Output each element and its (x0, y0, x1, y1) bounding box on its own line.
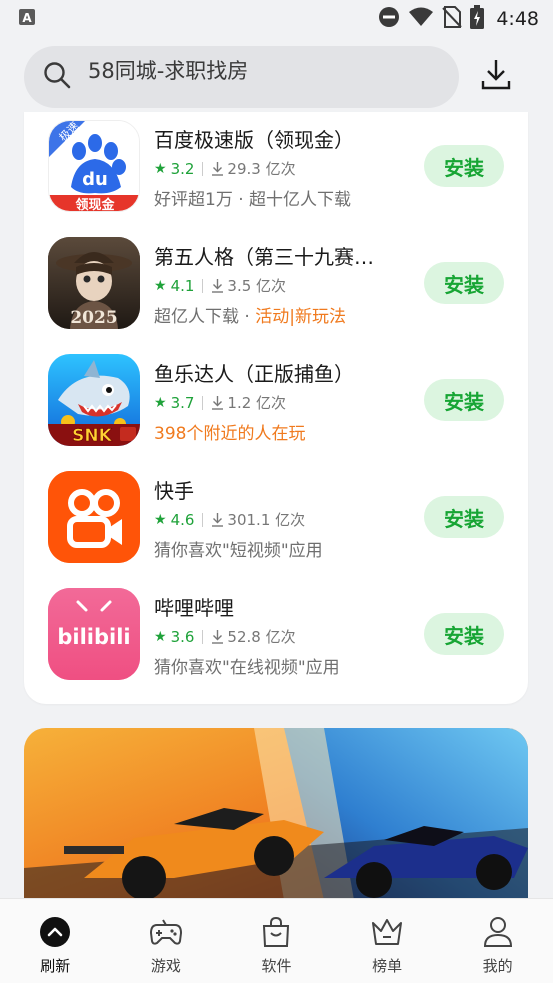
install-button[interactable]: 安装 (424, 613, 504, 655)
shopping-bag-icon (259, 915, 293, 949)
app-downloads: 1.2 亿次 (227, 394, 287, 412)
nav-item-games[interactable]: 游戏 (126, 915, 206, 976)
list-item[interactable]: 快手 ★ 4.6 301.1 亿次 猜你喜欢"短视频"应用 安装 (24, 463, 528, 580)
app-desc-text: 猜你喜欢"在线视频"应用 (154, 658, 340, 678)
install-button[interactable]: 安装 (424, 496, 504, 538)
download-count-icon (211, 395, 224, 410)
nav-label: 软件 (261, 957, 292, 975)
app-meta: ★ 3.2 29.3 亿次 (154, 158, 296, 179)
icon-logo-text: du (82, 169, 108, 190)
icon-brand-text: SNK (72, 426, 112, 446)
app-rating: 4.6 (170, 510, 195, 529)
identity-v-icon: 2025 (48, 237, 140, 329)
app-desc: 猜你喜欢"短视频"应用 (154, 536, 323, 561)
svg-text:A: A (22, 11, 32, 25)
icon-year-text: 2025 (70, 308, 117, 328)
list-item[interactable]: 极速 du 领现金 百度极速版（领现金） ★ 3.2 29.3 亿次 好评超1万… (24, 112, 528, 229)
status-bar: A 4:48 (0, 0, 553, 38)
battery-charging-icon (470, 4, 485, 34)
nav-label: 我的 (482, 957, 513, 975)
gamepad-icon (149, 915, 183, 949)
nav-label: 榜单 (372, 957, 403, 975)
app-desc: 398个附近的人在玩 (154, 419, 305, 444)
install-button[interactable]: 安装 (424, 379, 504, 421)
nav-label: 刷新 (40, 957, 71, 975)
baidu-icon: 极速 du 领现金 (48, 120, 140, 212)
list-item[interactable]: SNK 鱼乐达人（正版捕鱼） ★ 3.7 1.2 亿次 398个附近的人在玩 安… (24, 346, 528, 463)
bilibili-icon: bilibili (48, 588, 140, 680)
search-icon (42, 60, 72, 94)
app-name: 百度极速版（领现金） (154, 128, 354, 152)
star-icon: ★ (154, 394, 167, 411)
app-name: 哔哩哔哩 (154, 596, 234, 620)
app-downloads: 3.5 亿次 (227, 277, 287, 295)
app-desc: 猜你喜欢"在线视频"应用 (154, 653, 340, 678)
crown-icon (370, 915, 404, 949)
app-rating: 3.6 (170, 627, 195, 646)
app-meta: ★ 3.6 52.8 亿次 (154, 626, 296, 647)
app-name: 鱼乐达人（正版捕鱼） (154, 362, 354, 386)
download-count-icon (211, 512, 224, 527)
app-downloads: 29.3 亿次 (227, 160, 296, 178)
app-desc-text: 超亿人下载 · (154, 307, 256, 327)
list-item[interactable]: bilibili 哔哩哔哩 ★ 3.6 52.8 亿次 猜你喜欢"在线视频"应用… (24, 580, 528, 697)
icon-logo-text: bilibili (57, 625, 130, 649)
bottom-nav: 刷新 游戏 软件 榜单 我的 (0, 898, 553, 983)
search-bar[interactable]: 58同城-求职找房 (24, 46, 459, 108)
download-button[interactable] (476, 56, 516, 96)
app-downloads: 52.8 亿次 (227, 628, 296, 646)
app-rating: 3.7 (170, 393, 195, 412)
app-rating: 3.2 (170, 159, 195, 178)
a-notification-icon: A (18, 7, 36, 31)
divider (202, 278, 204, 293)
star-icon: ★ (154, 277, 167, 294)
download-count-icon (211, 161, 224, 176)
nav-item-rankings[interactable]: 榜单 (347, 915, 427, 976)
nav-item-refresh[interactable]: 刷新 (15, 915, 95, 976)
no-sim-icon (442, 5, 463, 33)
app-desc-highlight: 398个附近的人在玩 (154, 424, 306, 444)
app-meta: ★ 4.1 3.5 亿次 (154, 275, 286, 296)
download-icon (479, 57, 513, 95)
f1-racing-banner[interactable] (24, 728, 528, 900)
nav-item-me[interactable]: 我的 (458, 915, 538, 976)
status-time: 4:48 (496, 8, 539, 30)
star-icon: ★ (154, 511, 167, 528)
star-icon: ★ (154, 160, 167, 177)
app-desc: 超亿人下载 · 活动|新玩法 (154, 302, 346, 327)
download-count-icon (211, 278, 224, 293)
person-icon (481, 915, 515, 949)
app-meta: ★ 3.7 1.2 亿次 (154, 392, 286, 413)
app-list-card: 极速 du 领现金 百度极速版（领现金） ★ 3.2 29.3 亿次 好评超1万… (24, 112, 528, 704)
divider (202, 629, 204, 644)
app-desc-text: 好评超1万 · 超十亿人下载 (154, 190, 352, 210)
dnd-icon (378, 6, 400, 33)
divider (202, 161, 204, 176)
install-button[interactable]: 安装 (424, 145, 504, 187)
app-meta: ★ 4.6 301.1 亿次 (154, 509, 305, 530)
search-input[interactable]: 58同城-求职找房 (88, 55, 248, 85)
divider (202, 512, 204, 527)
fish-game-icon: SNK (48, 354, 140, 446)
list-item[interactable]: 2025 第五人格（第三十九赛… ★ 4.1 3.5 亿次 超亿人下载 · 活动… (24, 229, 528, 346)
app-desc: 好评超1万 · 超十亿人下载 (154, 185, 351, 210)
nav-item-software[interactable]: 软件 (236, 915, 316, 976)
download-count-icon (211, 629, 224, 644)
app-name: 快手 (154, 479, 194, 503)
install-button[interactable]: 安装 (424, 262, 504, 304)
nav-label: 游戏 (150, 957, 181, 975)
kuaishou-icon (48, 471, 140, 563)
wifi-icon (408, 7, 434, 32)
app-desc-highlight: 活动|新玩法 (255, 307, 346, 327)
app-rating: 4.1 (170, 276, 195, 295)
app-desc-text: 猜你喜欢"短视频"应用 (154, 541, 323, 561)
divider (202, 395, 204, 410)
app-name: 第五人格（第三十九赛… (154, 245, 374, 269)
app-downloads: 301.1 亿次 (227, 511, 306, 529)
icon-banner-text: 领现金 (75, 197, 115, 212)
star-icon: ★ (154, 628, 167, 645)
refresh-up-icon (38, 915, 72, 949)
